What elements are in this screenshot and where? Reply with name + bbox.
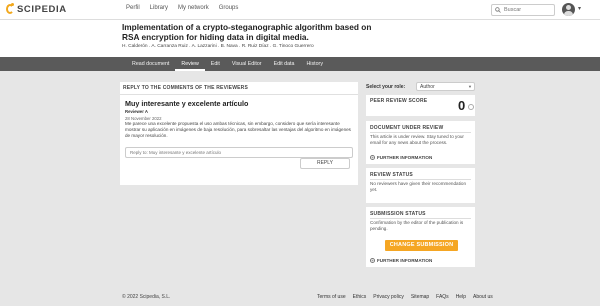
footer-link-privacy[interactable]: Privacy policy (373, 294, 404, 300)
document-tabbar: Read document Review Edit Visual Editor … (0, 57, 600, 71)
search-box[interactable] (491, 4, 555, 16)
main-nav: Perfil Library My network Groups (126, 5, 238, 11)
nav-link-groups[interactable]: Groups (219, 5, 239, 11)
reply-button[interactable]: REPLY (300, 158, 350, 169)
change-submission-button[interactable]: CHANGE SUBMISSION (385, 240, 458, 251)
submission-status-text: Confirmation by the editor of the public… (370, 220, 464, 232)
nav-link-library[interactable]: Library (150, 5, 168, 11)
search-input[interactable] (504, 7, 554, 13)
divider (370, 218, 471, 219)
reply-section-title: REPLY TO THE COMMENTS OF THE REVIEWERS (123, 85, 249, 91)
document-header: Implementation of a crypto-steganographi… (0, 20, 600, 57)
further-info-label: FURTHER INFORMATION (377, 258, 433, 263)
nav-link-my-network[interactable]: My network (178, 5, 209, 11)
review-status-text: No reviewers have given their recommenda… (370, 181, 467, 193)
chevron-down-icon: ▼ (468, 84, 472, 89)
tab-history[interactable]: History (300, 57, 328, 71)
further-info-label: FURTHER INFORMATION (377, 155, 433, 160)
document-authors[interactable]: H. Calderón . A. Carranza Ruiz . A. Lazz… (122, 44, 314, 49)
footer-link-faqs[interactable]: FAQs (436, 294, 449, 300)
tab-edit-data[interactable]: Edit data (268, 57, 301, 71)
peer-review-title: PEER REVIEW SCORE (370, 98, 428, 104)
submission-status-title: SUBMISSION STATUS (370, 211, 426, 217)
doc-review-text: This article is under review. Stay tuned… (370, 134, 464, 146)
comment-title: Muy interesante y excelente artículo (125, 99, 249, 108)
footer-link-about[interactable]: About us (473, 294, 493, 300)
tab-visual-editor[interactable]: Visual Editor (226, 57, 268, 71)
user-menu-caret-icon[interactable]: ▾ (578, 5, 581, 12)
comment-body: Me parece una excelente propuesta el uso… (125, 121, 351, 139)
plus-circle-icon: + (370, 155, 375, 160)
role-label: Select your role: (366, 84, 406, 90)
document-title: Implementation of a crypto-steganographi… (122, 22, 372, 42)
further-info-link[interactable]: + FURTHER INFORMATION (370, 155, 432, 160)
top-navbar: SCIPEDIA Perfil Library My network Group… (0, 0, 600, 20)
plus-circle-icon: + (370, 258, 375, 263)
info-circle-icon[interactable] (468, 104, 474, 110)
divider (120, 94, 358, 95)
user-avatar[interactable] (562, 3, 575, 16)
scipedia-logo[interactable]: SCIPEDIA (6, 3, 67, 16)
role-select-value: Author (420, 84, 435, 90)
search-icon (495, 7, 501, 13)
tab-read-document[interactable]: Read document (126, 57, 175, 71)
tab-edit[interactable]: Edit (205, 57, 226, 71)
logo-text: SCIPEDIA (17, 4, 67, 15)
peer-review-score: 0 (458, 98, 466, 113)
footer-link-sitemap[interactable]: Sitemap (411, 294, 429, 300)
footer-link-ethics[interactable]: Ethics (353, 294, 367, 300)
footer-links: Terms of use Ethics Privacy policy Sitem… (317, 294, 493, 300)
doc-review-title: DOCUMENT UNDER REVIEW (370, 125, 444, 131)
footer-link-help[interactable]: Help (456, 294, 466, 300)
footer-copyright: © 2022 Scipedia, S.L. (122, 294, 171, 300)
divider (370, 132, 471, 133)
comment-author: Reviewer A (125, 109, 149, 114)
submission-status-card: SUBMISSION STATUS Confirmation by the ed… (366, 207, 475, 267)
tab-review[interactable]: Review (175, 57, 205, 71)
reply-input[interactable] (125, 147, 353, 158)
divider (370, 179, 471, 180)
further-info-link[interactable]: + FURTHER INFORMATION (370, 258, 432, 263)
role-select[interactable]: Author ▼ (416, 82, 475, 91)
logo-icon (6, 3, 15, 16)
review-status-title: REVIEW STATUS (370, 172, 413, 178)
review-status-card: REVIEW STATUS No reviewers have given th… (366, 168, 475, 203)
document-under-review-card: DOCUMENT UNDER REVIEW This article is un… (366, 121, 475, 164)
footer-link-terms[interactable]: Terms of use (317, 294, 346, 300)
nav-link-perfil[interactable]: Perfil (126, 5, 140, 11)
reply-panel: REPLY TO THE COMMENTS OF THE REVIEWERS M… (120, 82, 358, 185)
